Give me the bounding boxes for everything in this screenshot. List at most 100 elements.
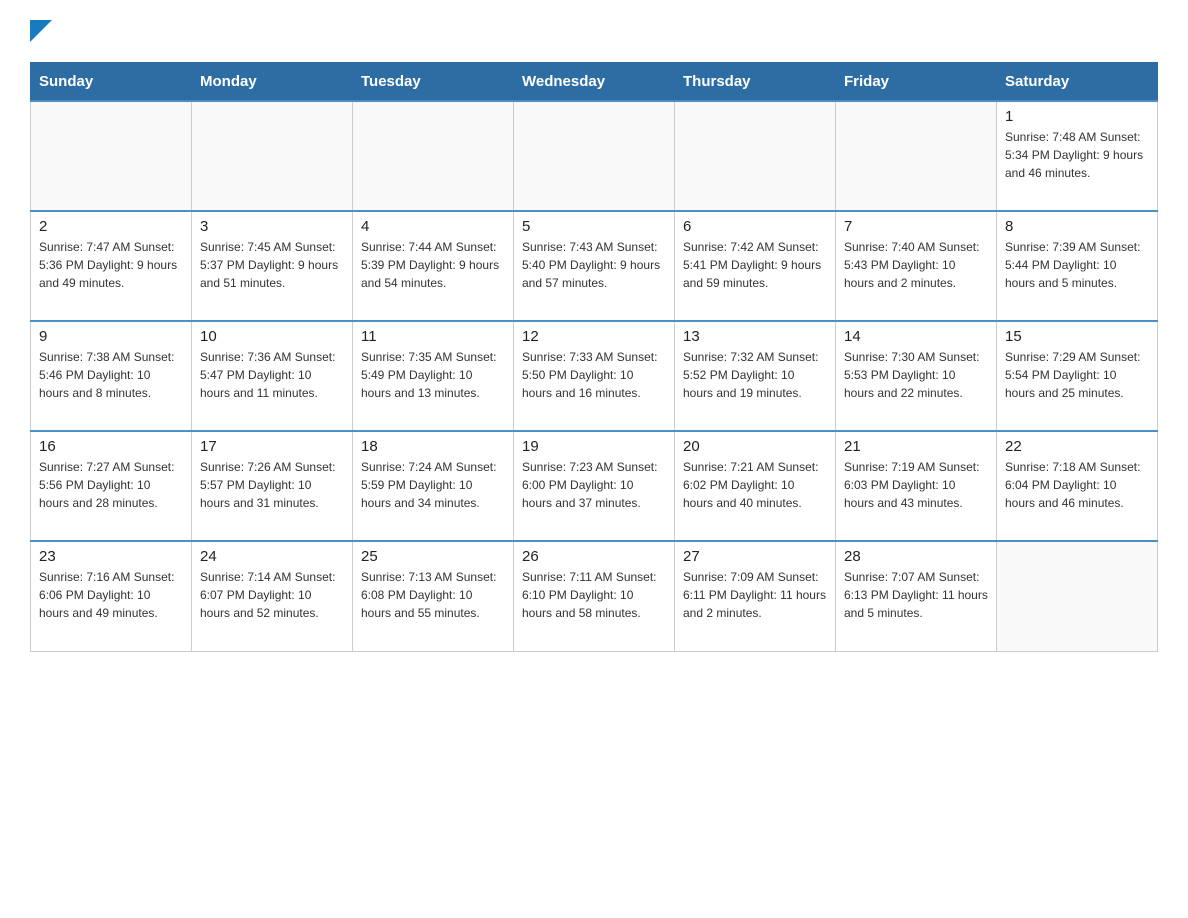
- day-of-week-header: Sunday: [31, 63, 192, 102]
- calendar-day-cell: 11 Sunrise: 7:35 AM Sunset: 5:49 PM Dayli…: [353, 321, 514, 431]
- day-info: Sunrise: 7:38 AM Sunset: 5:46 PM Dayligh…: [39, 348, 183, 402]
- day-of-week-header: Saturday: [997, 63, 1158, 102]
- day-info: Sunrise: 7:16 AM Sunset: 6:06 PM Dayligh…: [39, 568, 183, 622]
- day-number: 15: [1005, 328, 1149, 345]
- logo: [30, 20, 52, 42]
- day-info: Sunrise: 7:18 AM Sunset: 6:04 PM Dayligh…: [1005, 458, 1149, 512]
- day-info: Sunrise: 7:11 AM Sunset: 6:10 PM Dayligh…: [522, 568, 666, 622]
- day-of-week-header: Friday: [836, 63, 997, 102]
- calendar-day-cell: 26 Sunrise: 7:11 AM Sunset: 6:10 PM Dayli…: [514, 541, 675, 651]
- calendar-day-cell: 7 Sunrise: 7:40 AM Sunset: 5:43 PM Daylig…: [836, 211, 997, 321]
- day-number: 9: [39, 328, 183, 345]
- day-number: 1: [1005, 108, 1149, 125]
- calendar-week-row: 16 Sunrise: 7:27 AM Sunset: 5:56 PM Dayli…: [31, 431, 1158, 541]
- day-info: Sunrise: 7:27 AM Sunset: 5:56 PM Dayligh…: [39, 458, 183, 512]
- calendar-day-cell: 12 Sunrise: 7:33 AM Sunset: 5:50 PM Dayli…: [514, 321, 675, 431]
- day-info: Sunrise: 7:32 AM Sunset: 5:52 PM Dayligh…: [683, 348, 827, 402]
- calendar-week-row: 9 Sunrise: 7:38 AM Sunset: 5:46 PM Daylig…: [31, 321, 1158, 431]
- calendar-day-cell: 27 Sunrise: 7:09 AM Sunset: 6:11 PM Dayli…: [675, 541, 836, 651]
- day-info: Sunrise: 7:36 AM Sunset: 5:47 PM Dayligh…: [200, 348, 344, 402]
- calendar-week-row: 1 Sunrise: 7:48 AM Sunset: 5:34 PM Daylig…: [31, 101, 1158, 211]
- calendar-day-cell: [836, 101, 997, 211]
- calendar-day-cell: 3 Sunrise: 7:45 AM Sunset: 5:37 PM Daylig…: [192, 211, 353, 321]
- day-number: 5: [522, 218, 666, 235]
- calendar-day-cell: 15 Sunrise: 7:29 AM Sunset: 5:54 PM Dayli…: [997, 321, 1158, 431]
- day-number: 16: [39, 438, 183, 455]
- day-info: Sunrise: 7:42 AM Sunset: 5:41 PM Dayligh…: [683, 238, 827, 292]
- calendar-day-cell: 9 Sunrise: 7:38 AM Sunset: 5:46 PM Daylig…: [31, 321, 192, 431]
- day-number: 18: [361, 438, 505, 455]
- day-number: 12: [522, 328, 666, 345]
- calendar-day-cell: 25Sunrise: 7:13 AM Sunset: 6:08 PM Dayli…: [353, 541, 514, 651]
- day-info: Sunrise: 7:35 AM Sunset: 5:49 PM Dayligh…: [361, 348, 505, 402]
- day-number: 11: [361, 328, 505, 345]
- calendar-day-cell: 17 Sunrise: 7:26 AM Sunset: 5:57 PM Dayli…: [192, 431, 353, 541]
- calendar-day-cell: 21 Sunrise: 7:19 AM Sunset: 6:03 PM Dayli…: [836, 431, 997, 541]
- day-number: 26: [522, 548, 666, 565]
- calendar-day-cell: [675, 101, 836, 211]
- calendar-day-cell: 14 Sunrise: 7:30 AM Sunset: 5:53 PM Dayli…: [836, 321, 997, 431]
- calendar-day-cell: 28 Sunrise: 7:07 AM Sunset: 6:13 PM Dayli…: [836, 541, 997, 651]
- day-number: 13: [683, 328, 827, 345]
- calendar-day-cell: [353, 101, 514, 211]
- calendar-week-row: 2 Sunrise: 7:47 AM Sunset: 5:36 PM Daylig…: [31, 211, 1158, 321]
- day-number: 3: [200, 218, 344, 235]
- day-info: Sunrise: 7:24 AM Sunset: 5:59 PM Dayligh…: [361, 458, 505, 512]
- calendar-header-row: SundayMondayTuesdayWednesdayThursdayFrid…: [31, 63, 1158, 102]
- calendar-day-cell: [31, 101, 192, 211]
- calendar-day-cell: 5 Sunrise: 7:43 AM Sunset: 5:40 PM Daylig…: [514, 211, 675, 321]
- day-info: Sunrise: 7:23 AM Sunset: 6:00 PM Dayligh…: [522, 458, 666, 512]
- day-info: Sunrise: 7:45 AM Sunset: 5:37 PM Dayligh…: [200, 238, 344, 292]
- day-info: Sunrise: 7:44 AM Sunset: 5:39 PM Dayligh…: [361, 238, 505, 292]
- day-info: Sunrise: 7:07 AM Sunset: 6:13 PM Dayligh…: [844, 568, 988, 622]
- day-info: Sunrise: 7:26 AM Sunset: 5:57 PM Dayligh…: [200, 458, 344, 512]
- day-info: Sunrise: 7:40 AM Sunset: 5:43 PM Dayligh…: [844, 238, 988, 292]
- day-number: 21: [844, 438, 988, 455]
- calendar-day-cell: 4 Sunrise: 7:44 AM Sunset: 5:39 PM Daylig…: [353, 211, 514, 321]
- day-number: 17: [200, 438, 344, 455]
- calendar-day-cell: 13 Sunrise: 7:32 AM Sunset: 5:52 PM Dayli…: [675, 321, 836, 431]
- calendar-table: SundayMondayTuesdayWednesdayThursdayFrid…: [30, 62, 1158, 652]
- day-number: 7: [844, 218, 988, 235]
- day-number: 28: [844, 548, 988, 565]
- calendar-day-cell: 20 Sunrise: 7:21 AM Sunset: 6:02 PM Dayli…: [675, 431, 836, 541]
- calendar-day-cell: 19 Sunrise: 7:23 AM Sunset: 6:00 PM Dayli…: [514, 431, 675, 541]
- day-info: Sunrise: 7:43 AM Sunset: 5:40 PM Dayligh…: [522, 238, 666, 292]
- day-number: 22: [1005, 438, 1149, 455]
- day-number: 24: [200, 548, 344, 565]
- day-info: Sunrise: 7:47 AM Sunset: 5:36 PM Dayligh…: [39, 238, 183, 292]
- day-number: 10: [200, 328, 344, 345]
- day-info: Sunrise: 7:29 AM Sunset: 5:54 PM Dayligh…: [1005, 348, 1149, 402]
- day-info: Sunrise: 7:48 AM Sunset: 5:34 PM Dayligh…: [1005, 128, 1149, 182]
- day-of-week-header: Wednesday: [514, 63, 675, 102]
- day-number: 27: [683, 548, 827, 565]
- day-number: 20: [683, 438, 827, 455]
- day-number: 2: [39, 218, 183, 235]
- day-info: Sunrise: 7:13 AM Sunset: 6:08 PM Dayligh…: [361, 568, 505, 622]
- calendar-day-cell: 24 Sunrise: 7:14 AM Sunset: 6:07 PM Dayli…: [192, 541, 353, 651]
- day-of-week-header: Monday: [192, 63, 353, 102]
- day-info: Sunrise: 7:19 AM Sunset: 6:03 PM Dayligh…: [844, 458, 988, 512]
- day-number: 14: [844, 328, 988, 345]
- day-info: Sunrise: 7:39 AM Sunset: 5:44 PM Dayligh…: [1005, 238, 1149, 292]
- calendar-day-cell: 8Sunrise: 7:39 AM Sunset: 5:44 PM Daylig…: [997, 211, 1158, 321]
- day-info: Sunrise: 7:21 AM Sunset: 6:02 PM Dayligh…: [683, 458, 827, 512]
- calendar-day-cell: [514, 101, 675, 211]
- calendar-day-cell: [192, 101, 353, 211]
- logo-triangle-icon: [30, 20, 52, 42]
- page-header: [30, 20, 1158, 42]
- calendar-day-cell: 22 Sunrise: 7:18 AM Sunset: 6:04 PM Dayli…: [997, 431, 1158, 541]
- calendar-day-cell: 1 Sunrise: 7:48 AM Sunset: 5:34 PM Daylig…: [997, 101, 1158, 211]
- day-info: Sunrise: 7:14 AM Sunset: 6:07 PM Dayligh…: [200, 568, 344, 622]
- day-number: 4: [361, 218, 505, 235]
- calendar-day-cell: [997, 541, 1158, 651]
- day-of-week-header: Tuesday: [353, 63, 514, 102]
- calendar-day-cell: 6Sunrise: 7:42 AM Sunset: 5:41 PM Daylig…: [675, 211, 836, 321]
- day-number: 19: [522, 438, 666, 455]
- day-info: Sunrise: 7:30 AM Sunset: 5:53 PM Dayligh…: [844, 348, 988, 402]
- day-info: Sunrise: 7:33 AM Sunset: 5:50 PM Dayligh…: [522, 348, 666, 402]
- day-number: 23: [39, 548, 183, 565]
- calendar-day-cell: 23 Sunrise: 7:16 AM Sunset: 6:06 PM Dayli…: [31, 541, 192, 651]
- day-info: Sunrise: 7:09 AM Sunset: 6:11 PM Dayligh…: [683, 568, 827, 622]
- calendar-day-cell: 2 Sunrise: 7:47 AM Sunset: 5:36 PM Daylig…: [31, 211, 192, 321]
